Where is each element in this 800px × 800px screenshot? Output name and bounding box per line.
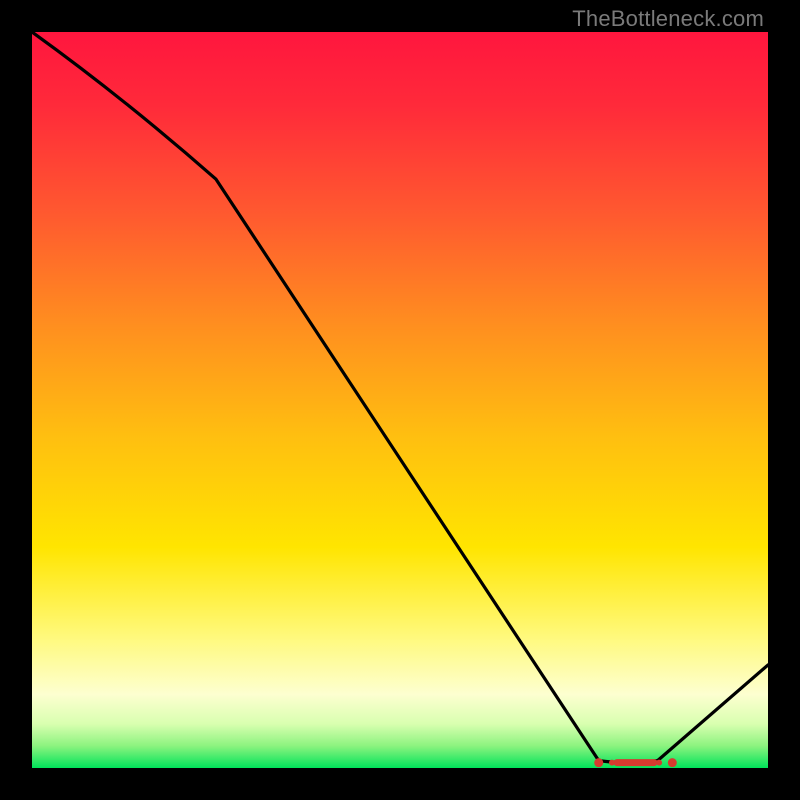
watermark-text: TheBottleneck.com <box>572 6 764 32</box>
chart-frame <box>32 32 768 768</box>
bottleneck-chart <box>32 32 768 768</box>
gradient-background <box>32 32 768 768</box>
